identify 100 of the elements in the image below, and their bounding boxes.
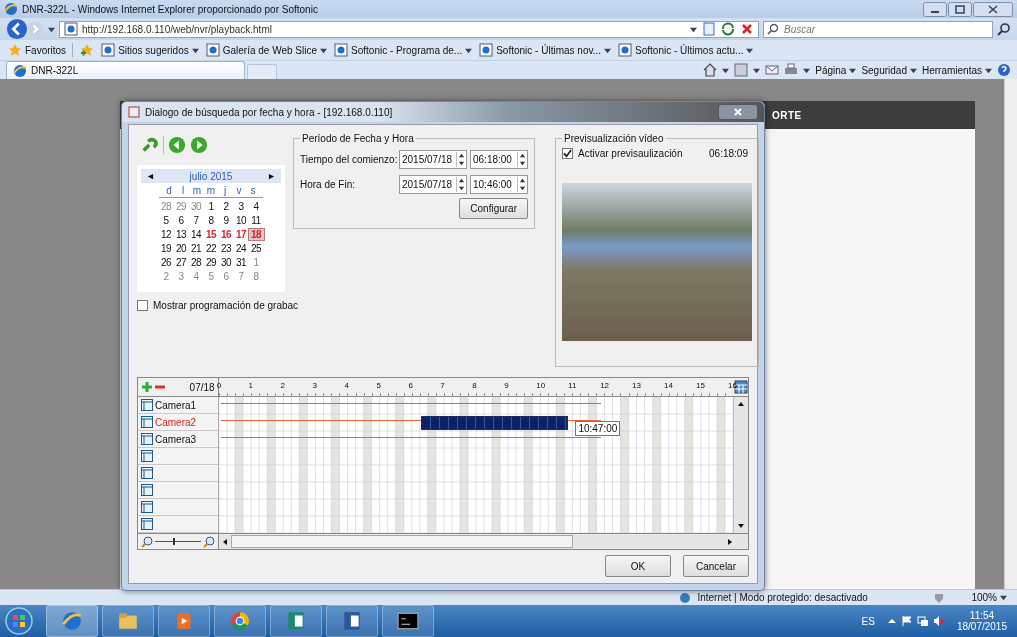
minimize-button[interactable]	[923, 1, 947, 17]
calendar-day[interactable]: 27	[173, 256, 189, 268]
calendar-day[interactable]: 1	[203, 200, 219, 212]
close-button[interactable]	[718, 104, 758, 120]
close-button[interactable]	[973, 1, 1013, 17]
clock-time[interactable]: 11:54	[969, 610, 995, 621]
printer-icon[interactable]	[784, 63, 799, 77]
calendar-day[interactable]: 6	[173, 214, 189, 226]
calendar-day[interactable]: 5	[203, 270, 219, 282]
language-indicator[interactable]: ES	[861, 615, 875, 627]
date-spinner[interactable]: 2015/07/18	[399, 149, 467, 169]
calendar-day[interactable]: 11	[248, 214, 264, 226]
calendar-day[interactable]: 4	[248, 200, 264, 212]
calendar-day[interactable]: 5	[158, 214, 174, 226]
command-menu[interactable]: Página	[815, 64, 857, 76]
taskbar-button[interactable]	[326, 605, 378, 637]
calendar-day[interactable]: 20	[173, 242, 189, 254]
dropdown-caret-icon[interactable]	[690, 25, 697, 33]
favorites-button[interactable]: Favoritos	[8, 43, 74, 57]
flag-icon[interactable]	[900, 615, 913, 627]
taskbar-button[interactable]	[382, 605, 434, 637]
home-icon[interactable]	[703, 63, 718, 77]
calendar-day[interactable]: 29	[203, 256, 219, 268]
favorites-link[interactable]: Softonic - Programa de...	[334, 43, 473, 57]
calendar-day[interactable]: 23	[218, 242, 234, 254]
spin-down-icon[interactable]	[519, 159, 526, 167]
calendar-day[interactable]: 19	[158, 242, 174, 254]
calendar-day[interactable]: 7	[188, 214, 204, 226]
checkbox[interactable]	[137, 300, 148, 311]
dropdown-caret-icon[interactable]	[803, 66, 811, 74]
calendar-day[interactable]: 12	[158, 228, 174, 240]
calendar-day[interactable]: 8	[203, 214, 219, 226]
page-scrollbar[interactable]	[1004, 79, 1017, 589]
calendar-day[interactable]: 28	[158, 200, 174, 212]
zoom-level[interactable]: 100%	[971, 592, 1007, 603]
spin-up-icon[interactable]	[458, 151, 465, 159]
next-icon[interactable]	[190, 136, 208, 154]
calendar-day[interactable]: 9	[218, 214, 234, 226]
calendar-day[interactable]: 30	[188, 200, 204, 212]
previous-icon[interactable]	[168, 136, 186, 154]
calendar-day[interactable]: 17	[233, 228, 249, 240]
calendar-day[interactable]: 14	[188, 228, 204, 240]
channel-icon[interactable]	[141, 433, 153, 445]
vertical-scrollbar[interactable]	[733, 397, 748, 533]
calendar-day[interactable]: 31	[233, 256, 249, 268]
channel-icon[interactable]	[141, 501, 153, 513]
zoom-in-icon[interactable]	[203, 535, 215, 548]
address-field[interactable]: http://192.168.0.110/web/nvr/playback.html	[59, 20, 759, 38]
channel-icon[interactable]	[141, 467, 153, 479]
network-icon[interactable]	[916, 615, 929, 627]
calendar-day[interactable]: 15	[203, 228, 219, 240]
refresh-icon[interactable]	[721, 22, 735, 36]
calendar-day[interactable]: 13	[173, 228, 189, 240]
calendar-day[interactable]: 24	[233, 242, 249, 254]
dropdown-caret-icon[interactable]	[48, 25, 55, 33]
calendar-day[interactable]: 28	[188, 256, 204, 268]
favorites-link[interactable]: Softonic - Últimas nov...	[479, 43, 612, 57]
calendar-day[interactable]: 7	[233, 270, 249, 282]
add-icon[interactable]	[141, 381, 153, 393]
nav-item[interactable]: ORTE	[772, 109, 802, 121]
scroll-down-icon[interactable]	[737, 522, 745, 530]
scroll-left-icon[interactable]	[221, 537, 229, 546]
favorites-link[interactable]: Sitios sugeridos	[101, 43, 199, 57]
channel-icon[interactable]	[141, 484, 153, 496]
time-spinner[interactable]: 06:18:00	[470, 149, 528, 169]
calendar-day[interactable]: 22	[203, 242, 219, 254]
start-button-icon[interactable]	[4, 606, 34, 636]
horizontal-scrollbar[interactable]	[219, 534, 748, 549]
add-favorite-icon[interactable]	[80, 43, 95, 57]
calendar-day[interactable]: 25	[248, 242, 264, 254]
next-month-icon[interactable]	[268, 172, 275, 180]
link-icon[interactable]	[141, 136, 159, 154]
calendar-day[interactable]: 2	[218, 200, 234, 212]
maximize-button[interactable]	[948, 1, 972, 17]
back-icon[interactable]	[6, 18, 28, 40]
browser-tab[interactable]: DNR-322L	[6, 61, 245, 79]
scroll-up-icon[interactable]	[737, 400, 745, 408]
calendar-day[interactable]: 2	[158, 270, 174, 282]
search-field[interactable]: Buscar	[763, 20, 993, 38]
search-icon[interactable]	[997, 22, 1011, 36]
dropdown-caret-icon[interactable]	[722, 66, 730, 74]
previous-month-icon[interactable]	[147, 172, 154, 180]
channel-icon[interactable]	[141, 416, 153, 428]
spin-down-icon[interactable]	[458, 159, 465, 167]
calendar-day[interactable]: 26	[158, 256, 174, 268]
command-menu[interactable]: Seguridad	[861, 64, 917, 76]
zoom-slider-thumb[interactable]	[173, 538, 176, 545]
dropdown-caret-icon[interactable]	[753, 66, 761, 74]
channel-icon[interactable]	[141, 518, 153, 530]
calendar-day[interactable]: 3	[233, 200, 249, 212]
muted-speaker-icon[interactable]	[932, 615, 945, 627]
calendar-day[interactable]: 30	[218, 256, 234, 268]
dialog-button[interactable]: OK	[605, 555, 671, 577]
spin-down-icon[interactable]	[519, 184, 526, 192]
zoom-out-icon[interactable]	[141, 535, 153, 548]
spin-up-icon[interactable]	[519, 176, 526, 184]
help-icon[interactable]	[997, 63, 1011, 77]
scroll-right-icon[interactable]	[726, 537, 734, 546]
taskbar-button[interactable]	[270, 605, 322, 637]
configure-button[interactable]: Configurar	[459, 198, 528, 219]
